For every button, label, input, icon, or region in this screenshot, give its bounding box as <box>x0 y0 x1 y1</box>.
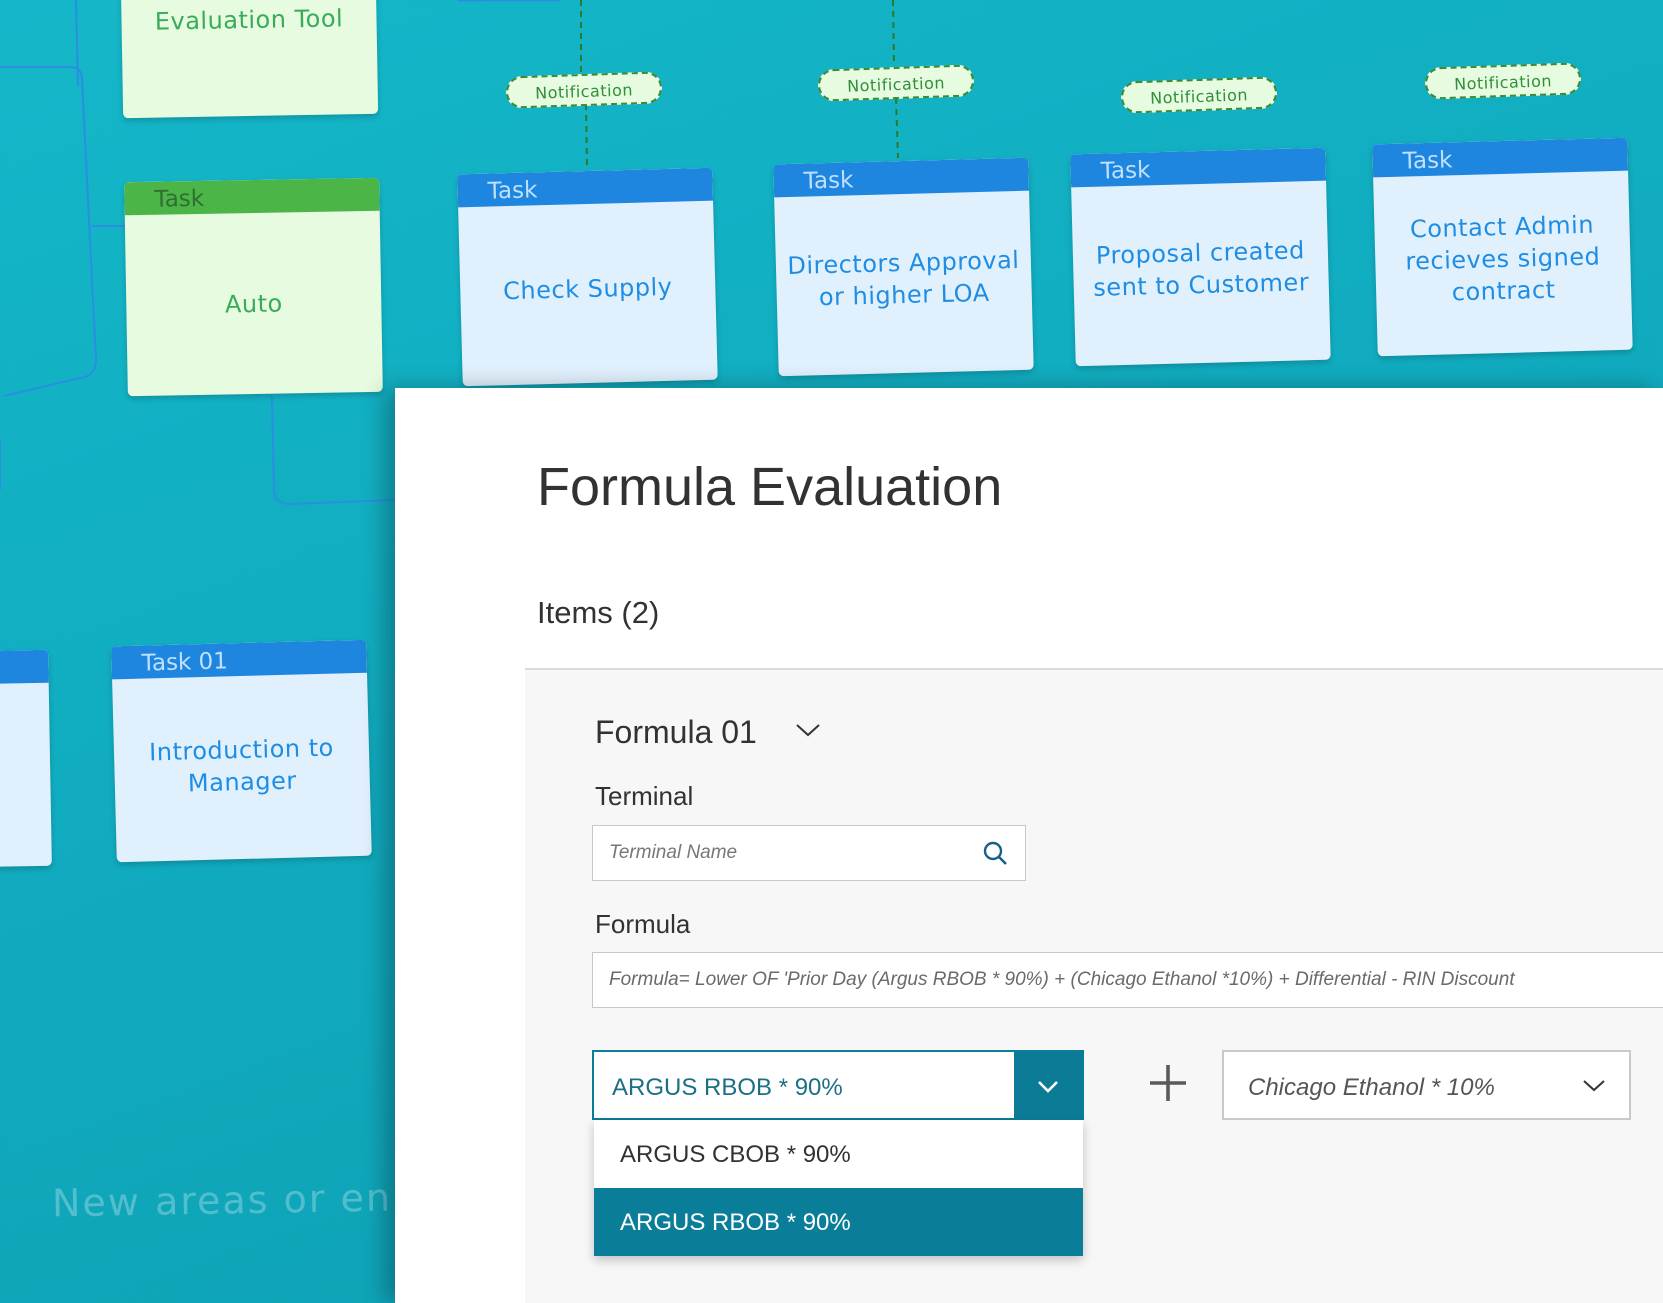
component-select-2-value: Chicago Ethanol * 10% <box>1248 1074 1495 1101</box>
task-card-label: Introduction to Manager <box>148 733 335 798</box>
notification-badge-2[interactable]: Notification <box>817 64 975 102</box>
auto-task-label: Auto <box>224 288 283 318</box>
component-select-1-value: ARGUS RBOB * 90% <box>612 1074 843 1101</box>
chevron-down-icon <box>1038 1081 1058 1093</box>
task-card-proposal-created[interactable]: Task Proposal created sent to Customer <box>1070 147 1331 367</box>
plus-icon <box>1150 1065 1186 1101</box>
component-select-2[interactable]: Chicago Ethanol * 10% <box>1222 1050 1631 1120</box>
component-select-1[interactable]: ARGUS RBOB * 90% <box>592 1050 1084 1120</box>
task-card-label: Contact Admin recieves signed contract <box>1404 210 1601 307</box>
page-title: Formula Evaluation <box>537 457 1003 517</box>
chevron-down-icon[interactable] <box>1581 1078 1607 1094</box>
terminal-label: Terminal <box>595 781 694 811</box>
task-card-introduction[interactable]: Task 01 Introduction to Manager <box>111 639 372 863</box>
formula-field[interactable] <box>592 952 1663 1008</box>
add-component-button[interactable] <box>1147 1062 1189 1109</box>
evaluation-tool-label: Evaluation Tool <box>154 4 344 36</box>
task-card-label: Check Supply <box>502 272 673 306</box>
component-dropdown-menu: ARGUS CBOB * 90% ARGUS RBOB * 90% <box>594 1120 1083 1256</box>
task-card-label: Proposal created sent to Customer <box>1092 236 1310 302</box>
formula-input[interactable] <box>593 953 1663 1007</box>
background-hint-text: New areas or enha <box>51 1174 444 1226</box>
formula-label: Formula <box>595 909 691 939</box>
chevron-down-icon <box>796 724 820 737</box>
notification-badge-3[interactable]: Notification <box>1120 76 1278 114</box>
auto-task-header: Task <box>124 177 380 216</box>
search-icon[interactable] <box>983 841 1009 867</box>
formula-evaluation-panel: Formula Evaluation Items (2) Formula 01 … <box>395 388 1663 1303</box>
task-card-check-supply[interactable]: Task Check Supply <box>457 167 718 387</box>
terminal-search-field[interactable] <box>592 825 1026 881</box>
items-count-heading: Items (2) <box>537 595 660 630</box>
evaluation-tool-card[interactable]: Evaluation Tool <box>120 0 379 119</box>
task-card-directors-approval[interactable]: Task Directors Approval or higher LOA <box>773 157 1034 377</box>
partial-task-card[interactable] <box>0 649 52 871</box>
task-card-label: Directors Approval or higher LOA <box>787 245 1020 312</box>
auto-task-card[interactable]: Task Auto <box>124 177 383 397</box>
notification-badge-4[interactable]: Notification <box>1424 62 1582 100</box>
dropdown-option-selected[interactable]: ARGUS RBOB * 90% <box>594 1188 1083 1256</box>
component-select-1-dropdown-button[interactable] <box>1014 1052 1082 1118</box>
terminal-search-input[interactable] <box>593 826 1025 880</box>
notification-badge-1[interactable]: Notification <box>505 71 663 109</box>
formula-name: Formula 01 <box>595 714 757 750</box>
formula-expand-toggle[interactable] <box>795 722 821 743</box>
dropdown-option[interactable]: ARGUS CBOB * 90% <box>594 1120 1083 1188</box>
task-card-contact-admin[interactable]: Task Contact Admin recieves signed contr… <box>1372 137 1633 357</box>
partial-task-header <box>0 649 49 688</box>
